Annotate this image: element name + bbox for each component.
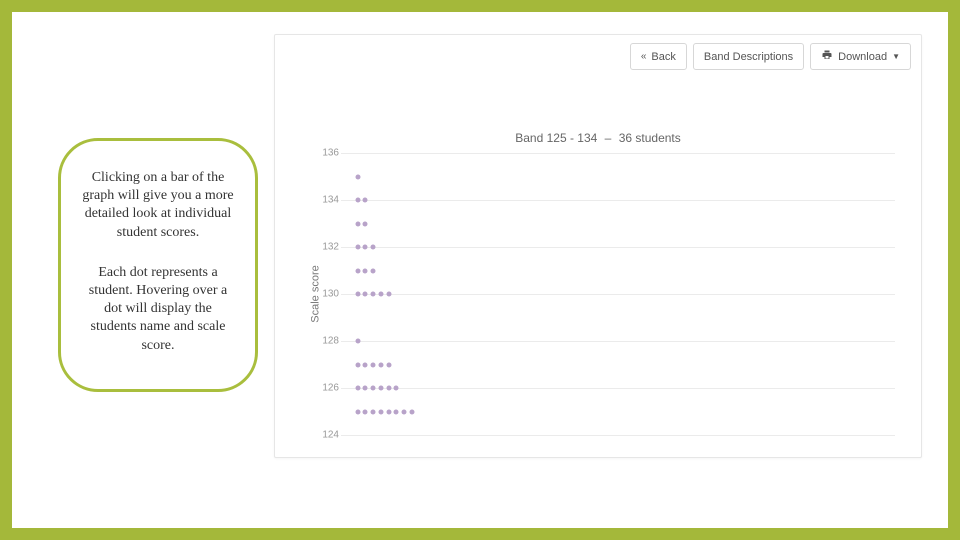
student-dot[interactable] — [394, 386, 399, 391]
band-descriptions-button[interactable]: Band Descriptions — [693, 43, 804, 70]
report-pane: « Back Band Descriptions Download ▼ Band… — [274, 34, 922, 458]
y-tick-label: 136 — [319, 148, 339, 159]
student-dot[interactable] — [363, 245, 368, 250]
student-dot[interactable] — [409, 409, 414, 414]
student-dot[interactable] — [363, 268, 368, 273]
callout-paragraph: Clicking on a bar of the graph will give… — [81, 169, 235, 242]
student-dot[interactable] — [355, 198, 360, 203]
y-tick-label: 128 — [319, 336, 339, 347]
student-dot[interactable] — [386, 386, 391, 391]
chart-title-separator: – — [605, 131, 612, 145]
student-dot[interactable] — [371, 245, 376, 250]
student-dot[interactable] — [355, 174, 360, 179]
gridline — [341, 200, 895, 201]
student-dot[interactable] — [394, 409, 399, 414]
student-dot[interactable] — [363, 292, 368, 297]
student-dot[interactable] — [363, 221, 368, 226]
band-descriptions-label: Band Descriptions — [704, 51, 793, 63]
student-dot[interactable] — [378, 362, 383, 367]
student-dot[interactable] — [355, 386, 360, 391]
student-dot[interactable] — [355, 362, 360, 367]
gridline — [341, 153, 895, 154]
student-dot[interactable] — [355, 292, 360, 297]
student-dot[interactable] — [371, 386, 376, 391]
student-dot[interactable] — [386, 409, 391, 414]
y-tick-label: 126 — [319, 383, 339, 394]
student-dot[interactable] — [363, 409, 368, 414]
student-dot[interactable] — [363, 362, 368, 367]
plot-area[interactable]: 124126128130132134136 — [341, 153, 895, 435]
gridline — [341, 388, 895, 389]
student-dot[interactable] — [378, 292, 383, 297]
y-tick-label: 130 — [319, 289, 339, 300]
download-button[interactable]: Download ▼ — [810, 43, 911, 70]
student-dot[interactable] — [363, 386, 368, 391]
callout-paragraph: Each dot represents a student. Hovering … — [81, 264, 235, 355]
gridline — [341, 247, 895, 248]
student-dot[interactable] — [378, 409, 383, 414]
caret-down-icon: ▼ — [892, 53, 900, 61]
gridline — [341, 435, 895, 436]
student-dot[interactable] — [371, 268, 376, 273]
y-tick-label: 124 — [319, 430, 339, 441]
student-dot[interactable] — [378, 386, 383, 391]
student-dot[interactable] — [363, 198, 368, 203]
student-dot[interactable] — [355, 245, 360, 250]
instruction-callout: Clicking on a bar of the graph will give… — [58, 138, 258, 392]
toolbar: « Back Band Descriptions Download ▼ — [630, 43, 911, 70]
download-button-label: Download — [838, 51, 887, 63]
gridline — [341, 294, 895, 295]
chart-title: Band 125 - 134 – 36 students — [515, 131, 681, 145]
student-dot[interactable] — [371, 362, 376, 367]
print-icon — [821, 49, 833, 64]
student-dot[interactable] — [371, 292, 376, 297]
student-dot[interactable] — [402, 409, 407, 414]
student-dot[interactable] — [371, 409, 376, 414]
chevron-left-icon: « — [641, 52, 647, 62]
y-tick-label: 132 — [319, 242, 339, 253]
chart-title-count: 36 students — [619, 131, 681, 145]
chart-title-band: Band 125 - 134 — [515, 131, 597, 145]
chart-area: Scale score 124126128130132134136 — [321, 153, 895, 435]
student-dot[interactable] — [355, 339, 360, 344]
student-dot[interactable] — [355, 268, 360, 273]
slide-frame: « Back Band Descriptions Download ▼ Band… — [0, 0, 960, 540]
student-dot[interactable] — [386, 362, 391, 367]
student-dot[interactable] — [386, 292, 391, 297]
gridline — [341, 341, 895, 342]
back-button-label: Back — [651, 51, 675, 63]
y-tick-label: 134 — [319, 195, 339, 206]
back-button[interactable]: « Back — [630, 43, 687, 70]
student-dot[interactable] — [355, 221, 360, 226]
student-dot[interactable] — [355, 409, 360, 414]
